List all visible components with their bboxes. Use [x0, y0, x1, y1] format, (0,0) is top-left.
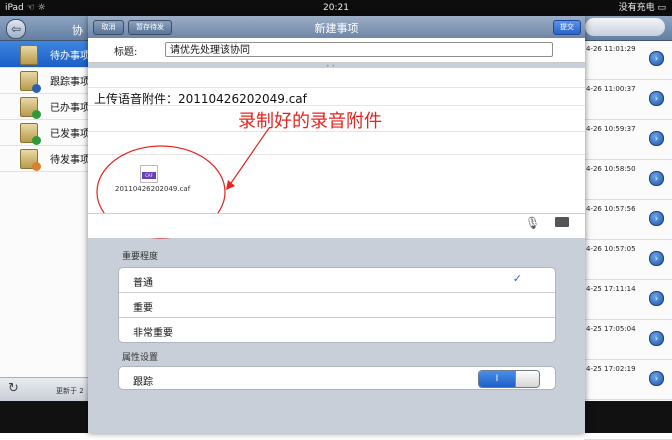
tracking-toggle[interactable]: I [478, 370, 540, 388]
importance-label: 重要程度 [122, 252, 159, 262]
checkmark-icon: ✓ [512, 272, 522, 285]
tracking-label: 跟踪 [133, 377, 153, 388]
option-label: 普通 [133, 278, 153, 289]
option-label: 非常重要 [133, 328, 173, 339]
attribute-settings-label: 属性设置 [122, 353, 159, 363]
option-very-important[interactable]: 非常重要 [119, 318, 555, 342]
toggle-knob [515, 371, 539, 387]
importance-group: 普通 ✓ 重要 非常重要 [118, 267, 556, 343]
attachment-toolbar [88, 213, 585, 238]
annotation-callout: 录制好的录音附件 [238, 111, 382, 132]
microphone-icon[interactable]: 🎙 [525, 216, 540, 230]
folder-icon[interactable] [555, 217, 569, 227]
annotation-arrow-line [228, 127, 270, 187]
option-normal[interactable]: 普通 ✓ [119, 268, 555, 293]
option-important[interactable]: 重要 [119, 293, 555, 318]
option-label: 重要 [133, 303, 153, 314]
toggle-on-state: I [479, 371, 515, 387]
annotation-arrow-head [226, 180, 235, 190]
